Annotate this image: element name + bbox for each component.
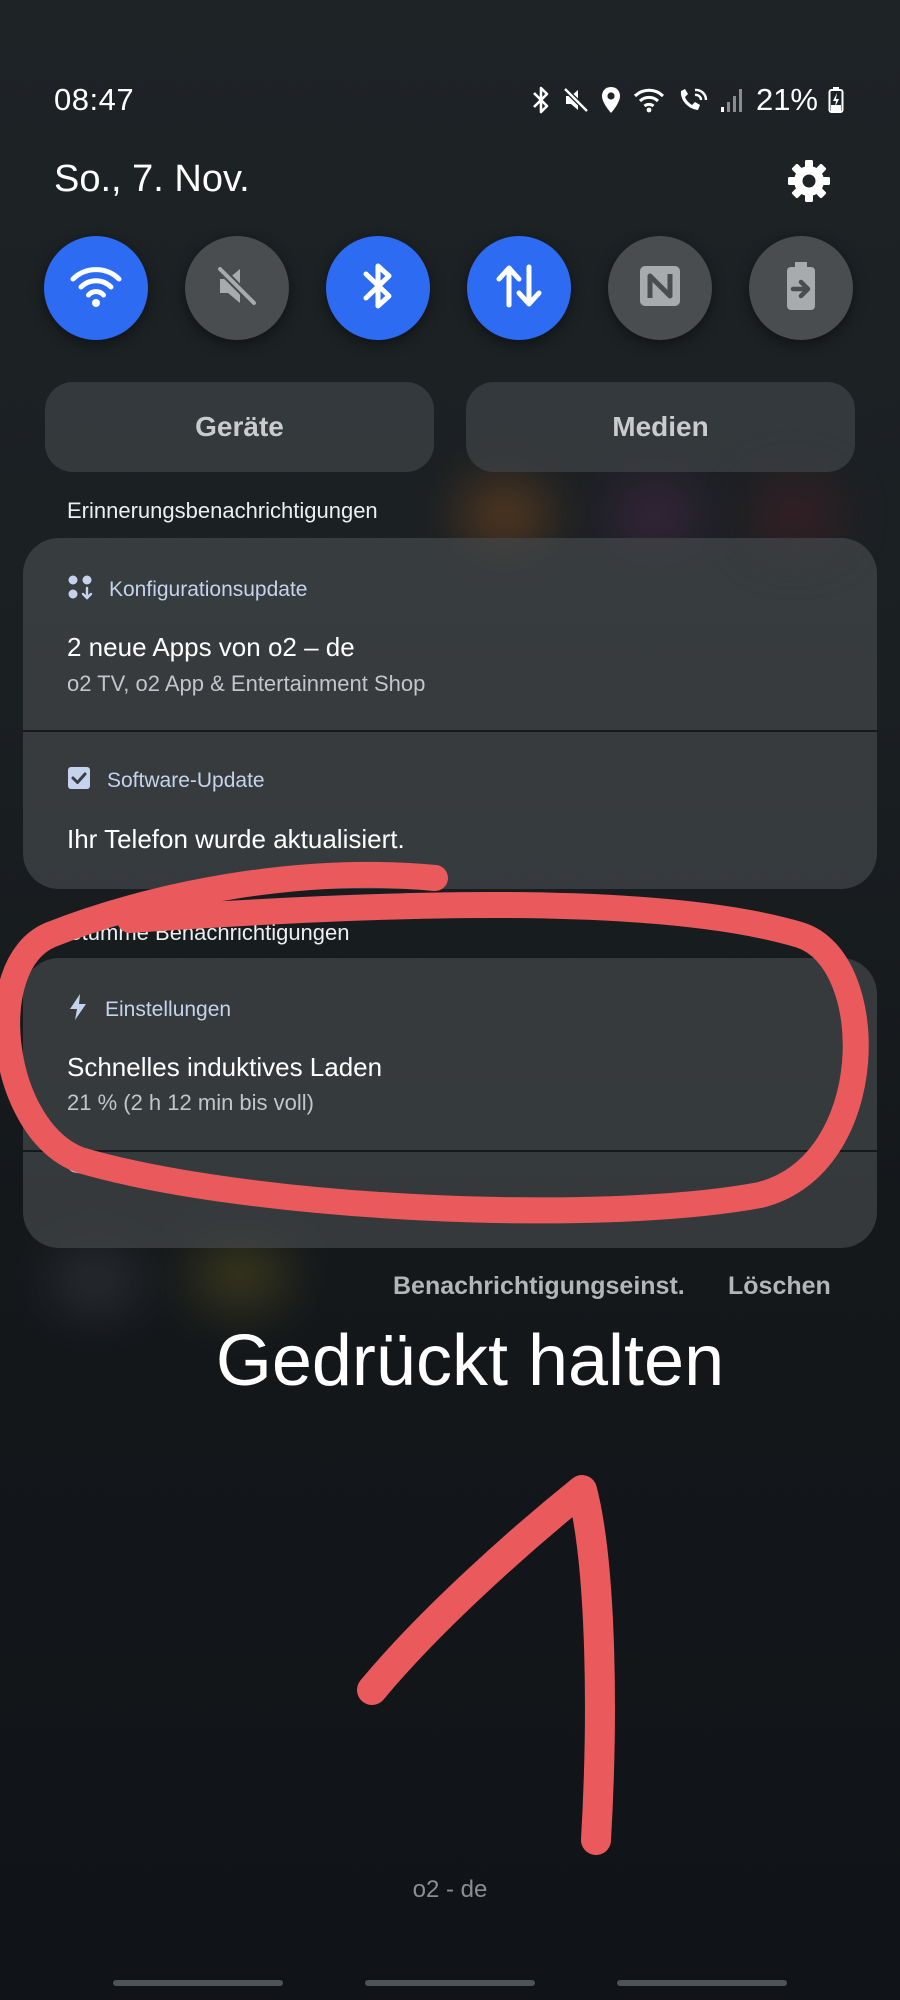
media-button[interactable]: Medien	[466, 382, 855, 472]
sound-toggle[interactable]	[185, 236, 289, 340]
nfc-icon	[636, 262, 684, 315]
status-bar: 08:47 21%	[54, 78, 844, 122]
chevron-down-icon[interactable]	[803, 1156, 827, 1177]
status-icons: 21%	[530, 82, 844, 118]
bluetooth-icon	[530, 85, 552, 115]
quick-toggles	[44, 236, 854, 340]
notification-app-name: Konfigurationsupdate	[109, 578, 308, 601]
reminders-notification-card: Konfigurationsupdate 2 neue Apps von o2 …	[23, 538, 877, 889]
data-arrows-icon	[493, 261, 545, 316]
notification-text: 21 % (2 h 12 min bis voll)	[67, 1090, 314, 1115]
wifi-toggle[interactable]	[44, 236, 148, 340]
wifi-icon	[69, 263, 123, 314]
notification-software-update[interactable]: Software-Update Ihr Telefon wurde aktual…	[23, 732, 877, 889]
bluetooth-toggle[interactable]	[326, 236, 430, 340]
notification-header: Einstellungen	[67, 993, 231, 1027]
notification-title: Ihr Telefon wurde aktualisiert.	[67, 824, 405, 854]
annotation-arrow	[357, 1475, 615, 1855]
carrier-label: o2 - de	[412, 1876, 488, 1903]
gear-icon[interactable]	[786, 158, 832, 204]
checkbox-icon	[67, 766, 91, 796]
notification-settings-button[interactable]: Benachrichtigungseinst.	[393, 1272, 685, 1301]
notification-app-name: Software-Update	[107, 769, 265, 792]
wallpaper-blob	[190, 1240, 290, 1310]
power-share-toggle[interactable]	[749, 236, 853, 340]
status-time: 08:47	[54, 82, 135, 117]
notification-fast-charging[interactable]: Einstellungen Schnelles induktives Laden…	[23, 958, 877, 1150]
notification-title: Schnelles induktives Laden	[67, 1052, 383, 1082]
notification-header: Konfigurationsupdate	[67, 574, 308, 606]
mobile-data-toggle[interactable]	[467, 236, 571, 340]
mute-icon	[212, 261, 262, 316]
location-icon	[600, 85, 622, 115]
nfc-toggle[interactable]	[608, 236, 712, 340]
hold-hint-text: Gedrückt halten	[215, 1321, 725, 1401]
mute-icon	[562, 86, 590, 114]
notification-collapsed[interactable]	[23, 1152, 877, 1248]
signal-icon	[720, 87, 744, 113]
silent-section-label: Stumme Benachrichtigungen	[67, 920, 350, 945]
notification-app-name: Einstellungen	[105, 998, 232, 1021]
wallpaper-blob	[50, 1250, 140, 1310]
devices-button[interactable]: Geräte	[45, 382, 434, 472]
notification-text: o2 TV, o2 App & Entertainment Shop	[67, 671, 426, 696]
reminders-section-label: Erinnerungsbenachrichtigungen	[67, 498, 378, 523]
notification-config-update[interactable]: Konfigurationsupdate 2 neue Apps von o2 …	[23, 538, 877, 730]
silent-notification-card: Einstellungen Schnelles induktives Laden…	[23, 958, 877, 1248]
date-label: So., 7. Nov.	[54, 158, 250, 200]
clear-all-button[interactable]: Löschen	[728, 1272, 831, 1301]
notification-header: Software-Update	[67, 766, 265, 796]
notification-title: 2 neue Apps von o2 – de	[67, 632, 355, 662]
lightning-icon	[67, 993, 89, 1027]
nav-bar-segment	[365, 1980, 535, 1986]
config-update-icon	[67, 574, 93, 606]
power-share-icon	[781, 259, 821, 318]
battery-percent: 21%	[755, 82, 818, 117]
eye-icon	[67, 1158, 93, 1183]
wifi-calling-icon	[676, 86, 710, 114]
battery-charging-icon	[828, 86, 844, 114]
nav-bar-segment	[617, 1980, 787, 1986]
bluetooth-icon	[358, 259, 398, 318]
wifi-icon	[632, 86, 666, 114]
nav-bar-segment	[113, 1980, 283, 1986]
